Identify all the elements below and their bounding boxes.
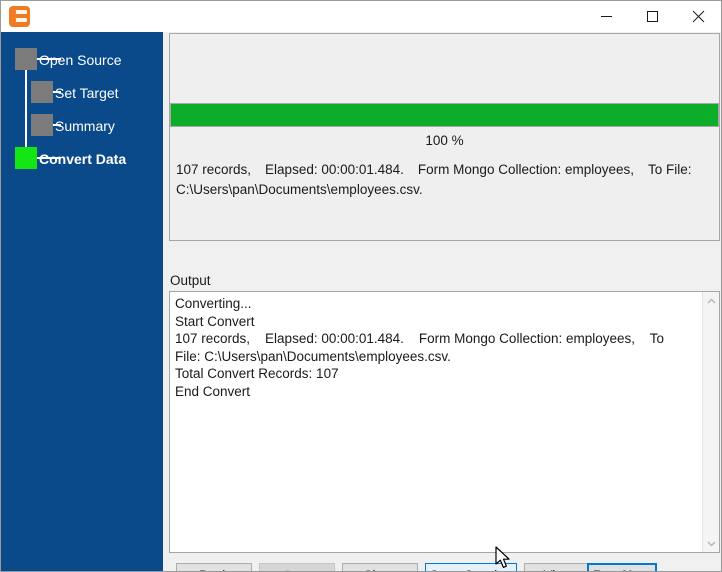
step-marker-current-icon	[15, 147, 37, 169]
chevron-up-icon[interactable]	[703, 292, 719, 309]
close-icon[interactable]	[675, 1, 721, 32]
output-console-text: Converting... Start Convert 107 records,…	[175, 296, 665, 399]
save-session-button[interactable]: Save Session	[425, 563, 517, 571]
progress-source: Form Mongo Collection: employees,	[417, 162, 635, 177]
sidebar-step-convert-data[interactable]: Convert Data	[1, 146, 163, 172]
minimize-icon[interactable]	[583, 1, 629, 32]
output-console[interactable]: Converting... Start Convert 107 records,…	[169, 291, 720, 553]
button-bar: Back Stop Close Save Session View Buy No…	[169, 560, 720, 571]
progress-bar	[170, 103, 719, 127]
sidebar-step-label: Summary	[55, 118, 115, 134]
progress-status-message: 107 records, Elapsed: 00:00:01.484. Form M…	[176, 160, 711, 200]
step-marker-icon	[15, 48, 37, 70]
chevron-down-icon[interactable]	[703, 535, 719, 552]
sidebar-step-open-source[interactable]: Open Source	[1, 47, 163, 73]
stop-button: Stop	[259, 563, 335, 571]
sidebar-step-label: Convert Data	[39, 151, 127, 167]
progress-records: 107 records,	[176, 162, 252, 177]
output-scrollbar[interactable]	[702, 292, 719, 552]
progress-elapsed: Elapsed: 00:00:01.484.	[265, 162, 404, 177]
app-icon	[9, 6, 30, 27]
main-panel: 100 % 107 records, Elapsed: 00:00:01.484.…	[163, 32, 721, 571]
maximize-icon[interactable]	[629, 1, 675, 32]
buy-now-button[interactable]: Buy Now	[587, 563, 657, 571]
application-window: Open Source Set Target Summary Convert D…	[0, 0, 722, 572]
progress-tofile-path: C:\Users\pan\Documents\employees.csv.	[176, 182, 423, 197]
step-marker-icon	[31, 81, 53, 103]
sidebar-step-label: Open Source	[39, 52, 122, 68]
progress-bar-fill	[171, 104, 718, 126]
wizard-sidebar: Open Source Set Target Summary Convert D…	[1, 32, 163, 571]
sidebar-step-label: Set Target	[55, 85, 119, 101]
back-button[interactable]: Back	[176, 563, 252, 571]
close-button[interactable]: Close	[342, 563, 418, 571]
progress-percent-label: 100 %	[425, 133, 464, 148]
title-bar	[1, 1, 721, 32]
step-marker-icon	[31, 114, 53, 136]
wizard-step-tree: Open Source Set Target Summary Convert D…	[1, 32, 163, 172]
progress-panel: 100 % 107 records, Elapsed: 00:00:01.484.…	[169, 33, 720, 241]
output-label: Output	[170, 273, 211, 288]
sidebar-step-summary[interactable]: Summary	[1, 113, 163, 139]
sidebar-step-set-target[interactable]: Set Target	[1, 80, 163, 106]
view-button[interactable]: View	[524, 563, 592, 571]
progress-tofile-label: To File:	[648, 162, 692, 177]
